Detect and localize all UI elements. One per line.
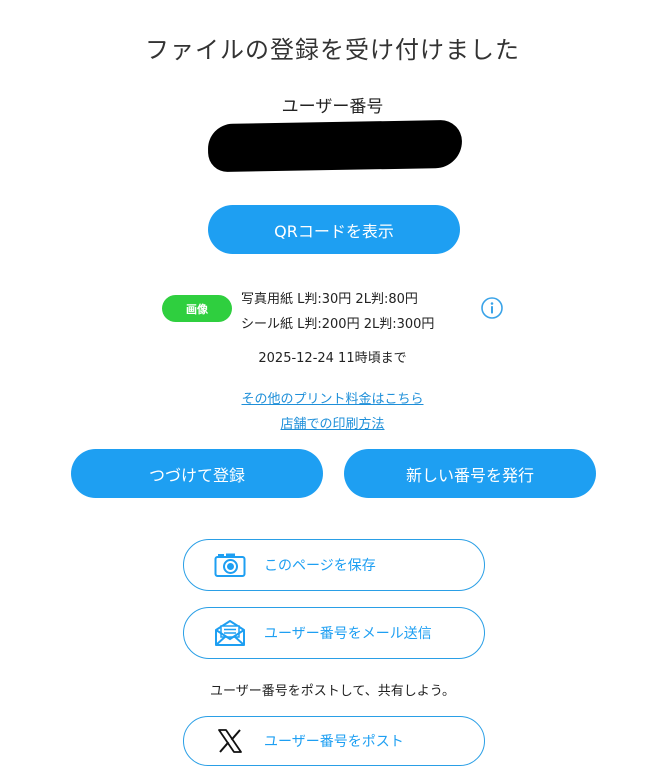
send-mail-button[interactable]: ユーザー番号をメール送信: [183, 607, 485, 659]
show-qr-button[interactable]: QRコードを表示: [208, 205, 460, 254]
post-user-number-button[interactable]: ユーザー番号をポスト: [183, 716, 485, 766]
send-mail-label: ユーザー番号をメール送信: [264, 626, 432, 642]
deadline-text: 2025-12-24 11時頃まで: [258, 351, 407, 366]
other-prices-link-wrap: その他のプリント料金はこちら: [0, 388, 665, 407]
user-number-redacted: [207, 119, 463, 173]
sticker-paper-price: シール紙 L判:200円 2L判:300円: [241, 317, 435, 332]
image-badge: 画像: [162, 295, 232, 322]
camera-icon: [214, 551, 246, 579]
new-number-button[interactable]: 新しい番号を発行: [344, 449, 596, 498]
mail-icon: [214, 619, 246, 647]
page-title: ファイルの登録を受け付けました: [145, 36, 520, 64]
post-user-number-label: ユーザー番号をポスト: [264, 734, 404, 750]
share-prompt-text: ユーザー番号をポストして、共有しよう。: [210, 684, 455, 699]
x-logo-icon: [214, 727, 246, 755]
other-prices-link[interactable]: その他のプリント料金はこちら: [241, 392, 423, 407]
info-icon[interactable]: [481, 297, 503, 319]
save-page-label: このページを保存: [264, 558, 376, 574]
how-to-print-link[interactable]: 店舗での印刷方法: [280, 417, 384, 432]
photo-paper-price: 写真用紙 L判:30円 2L判:80円: [241, 292, 418, 307]
user-number-label: ユーザー番号: [281, 97, 384, 117]
save-page-button[interactable]: このページを保存: [183, 539, 485, 591]
continue-register-button[interactable]: つづけて登録: [71, 449, 323, 498]
how-to-print-link-wrap: 店舗での印刷方法: [0, 413, 665, 432]
